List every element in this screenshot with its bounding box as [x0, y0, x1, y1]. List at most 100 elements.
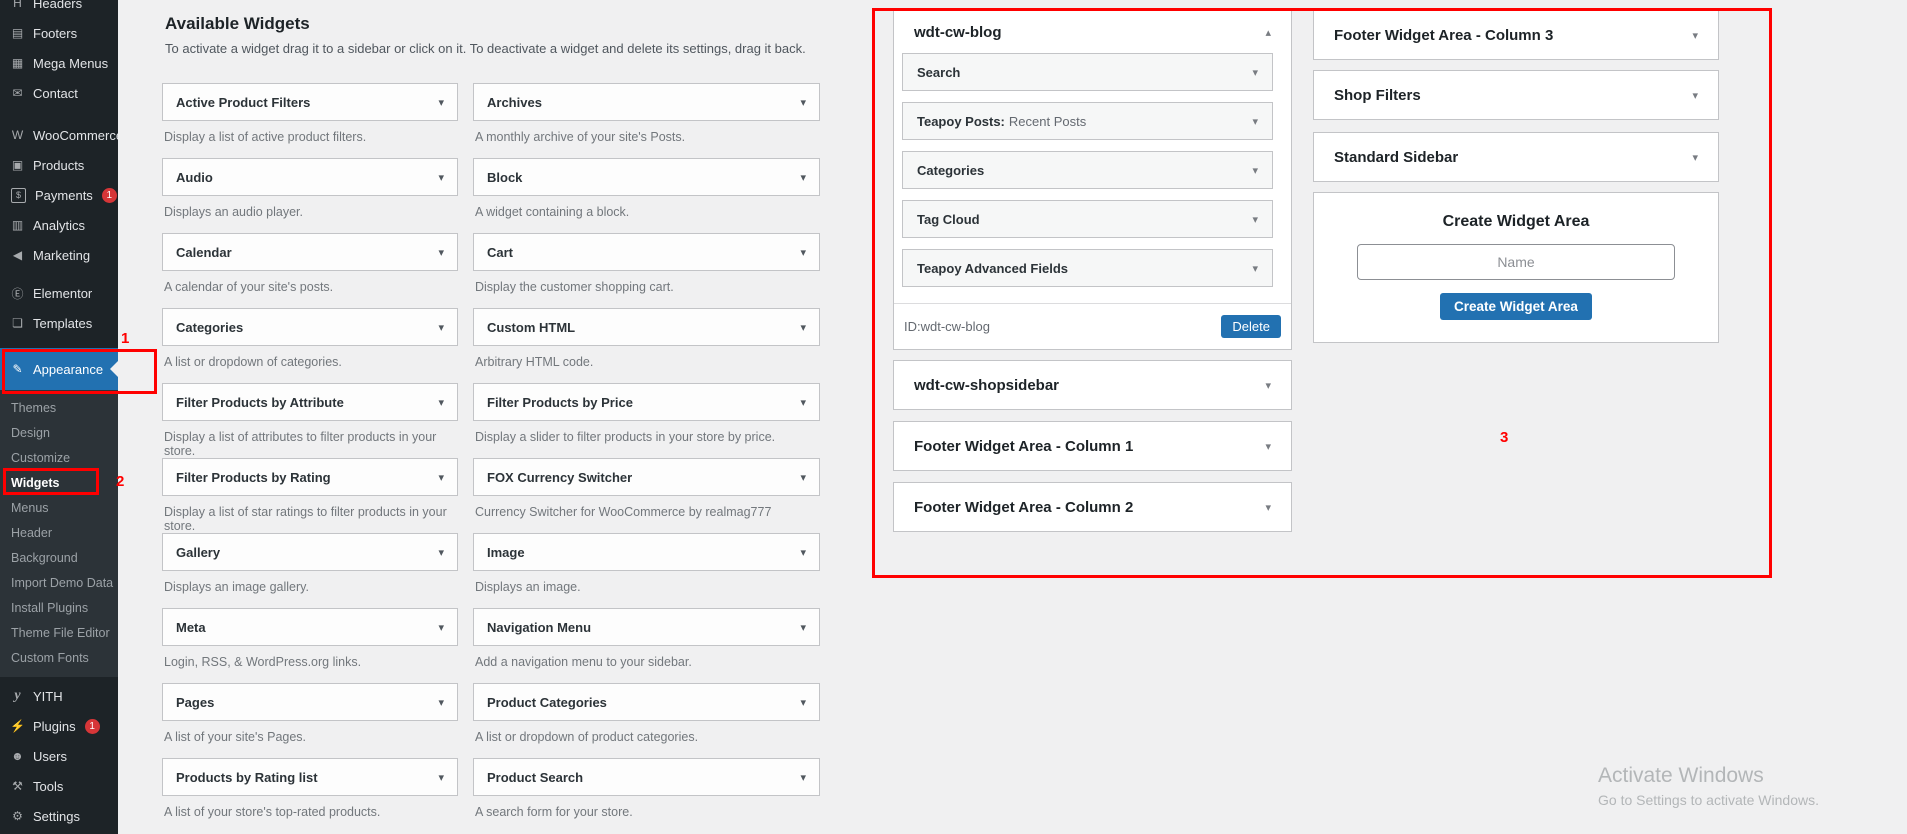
chevron-down-icon[interactable]: ▾: [438, 396, 444, 409]
widget-card-product-search[interactable]: Product Search▾: [473, 758, 820, 796]
sidebar-item-headers[interactable]: H Headers: [0, 0, 118, 18]
chevron-down-icon[interactable]: ▾: [800, 696, 806, 709]
chevron-down-icon[interactable]: ▾: [800, 96, 806, 109]
widget-card-image[interactable]: Image▾: [473, 533, 820, 571]
chevron-down-icon[interactable]: ▾: [1692, 89, 1698, 102]
panel-header-wdt-cw-blog[interactable]: wdt-cw-blog ▴: [894, 11, 1291, 53]
chevron-down-icon[interactable]: ▾: [1265, 379, 1271, 392]
widget-card-custom-html[interactable]: Custom HTML▾: [473, 308, 820, 346]
chevron-down-icon[interactable]: ▾: [438, 621, 444, 634]
sidebar-item-header[interactable]: Header: [0, 521, 118, 546]
widget-card-filter-products-by-attribute[interactable]: Filter Products by Attribute▾: [162, 383, 458, 421]
chevron-down-icon[interactable]: ▾: [438, 321, 444, 334]
sidebar-item-install-plugins[interactable]: Install Plugins: [0, 596, 118, 621]
chevron-down-icon[interactable]: ▾: [438, 771, 444, 784]
widget-area-name-input[interactable]: [1357, 244, 1675, 280]
delete-widget-area-button[interactable]: Delete: [1221, 315, 1281, 338]
chevron-down-icon[interactable]: ▾: [1265, 501, 1271, 514]
chevron-down-icon[interactable]: ▾: [800, 546, 806, 559]
chevron-down-icon[interactable]: ▾: [438, 96, 444, 109]
widget-card-filter-products-by-price[interactable]: Filter Products by Price▾: [473, 383, 820, 421]
sidebar-item-yith[interactable]: y YITH: [0, 681, 118, 711]
chevron-down-icon[interactable]: ▾: [800, 621, 806, 634]
sidebar-item-widgets[interactable]: Widgets: [0, 471, 118, 496]
sidebar-item-plugins[interactable]: ⚡ Plugins 1: [0, 711, 118, 741]
sidebar-item-marketing[interactable]: ◀ Marketing: [0, 240, 118, 270]
create-widget-area-button[interactable]: Create Widget Area: [1440, 293, 1592, 320]
sidebar-widget-tag-cloud[interactable]: Tag Cloud▾: [902, 200, 1273, 238]
sidebar-item-customize[interactable]: Customize: [0, 446, 118, 471]
widget-area-panel-footer-column-3[interactable]: Footer Widget Area - Column 3 ▾: [1313, 10, 1719, 60]
widget-area-panel-footer-column-2[interactable]: Footer Widget Area - Column 2 ▾: [893, 482, 1292, 532]
sidebar-item-custom-fonts[interactable]: Custom Fonts: [0, 646, 118, 671]
sidebar-item-payments[interactable]: $ Payments 1: [0, 180, 118, 210]
chevron-down-icon[interactable]: ▾: [438, 471, 444, 484]
sidebar-item-woocommerce[interactable]: W WooCommerce: [0, 120, 118, 150]
sidebar-item-elementor[interactable]: Ⓔ Elementor: [0, 278, 118, 308]
sidebar-item-settings[interactable]: ⚙ Settings: [0, 801, 118, 831]
sidebar-item-import-demo-data[interactable]: Import Demo Data: [0, 571, 118, 596]
sidebar-item-mega-menus[interactable]: ▦ Mega Menus: [0, 48, 118, 78]
chevron-up-icon[interactable]: ▴: [1265, 26, 1271, 39]
chevron-down-icon[interactable]: ▾: [800, 246, 806, 259]
chevron-down-icon[interactable]: ▾: [800, 396, 806, 409]
sidebar-item-tools[interactable]: ⚒ Tools: [0, 771, 118, 801]
elementor-icon: Ⓔ: [9, 285, 26, 302]
widget-card-fox-currency-switcher[interactable]: FOX Currency Switcher▾: [473, 458, 820, 496]
widget-card-calendar[interactable]: Calendar▾: [162, 233, 458, 271]
chevron-down-icon[interactable]: ▾: [1692, 29, 1698, 42]
sidebar-item-appearance[interactable]: ✎ Appearance: [0, 348, 118, 390]
sidebar-widget-teapoy-posts[interactable]: Teapoy Posts:Recent Posts▾: [902, 102, 1273, 140]
sidebar-item-footers[interactable]: ▤ Footers: [0, 18, 118, 48]
chevron-down-icon[interactable]: ▾: [438, 546, 444, 559]
widget-card-block[interactable]: Block▾: [473, 158, 820, 196]
widget-area-panel-shop-filters[interactable]: Shop Filters ▾: [1313, 70, 1719, 120]
widget-card-product-categories[interactable]: Product Categories▾: [473, 683, 820, 721]
sidebar-item-themes[interactable]: Themes: [0, 396, 118, 421]
widget-area-panel-standard-sidebar[interactable]: Standard Sidebar ▾: [1313, 132, 1719, 182]
chevron-down-icon[interactable]: ▾: [438, 171, 444, 184]
sidebar-item-menus[interactable]: Menus: [0, 496, 118, 521]
widget-card-pages[interactable]: Pages▾: [162, 683, 458, 721]
sidebar-item-products[interactable]: ▣ Products: [0, 150, 118, 180]
chevron-down-icon[interactable]: ▾: [1252, 213, 1258, 226]
widget-card-navigation-menu[interactable]: Navigation Menu▾: [473, 608, 820, 646]
sidebar-item-analytics[interactable]: ▥ Analytics: [0, 210, 118, 240]
chevron-down-icon[interactable]: ▾: [1252, 115, 1258, 128]
widget-card-audio[interactable]: Audio▾: [162, 158, 458, 196]
widget-description: Displays an audio player.: [162, 205, 458, 219]
widget-card-filter-products-by-rating[interactable]: Filter Products by Rating▾: [162, 458, 458, 496]
widget-card-meta[interactable]: Meta▾: [162, 608, 458, 646]
chevron-down-icon[interactable]: ▾: [800, 771, 806, 784]
chevron-down-icon[interactable]: ▾: [800, 321, 806, 334]
widget-card-products-by-rating-list[interactable]: Products by Rating list▾: [162, 758, 458, 796]
chevron-down-icon[interactable]: ▾: [1692, 151, 1698, 164]
sidebar-item-users[interactable]: ☻ Users: [0, 741, 118, 771]
chevron-down-icon[interactable]: ▾: [1252, 262, 1258, 275]
sidebar-item-contact[interactable]: ✉ Contact: [0, 78, 118, 108]
widget-area-panel-wdt-cw-shopsidebar[interactable]: wdt-cw-shopsidebar ▾: [893, 360, 1292, 410]
sidebar-widget-teapoy-advanced-fields[interactable]: Teapoy Advanced Fields▾: [902, 249, 1273, 287]
widget-description: A monthly archive of your site's Posts.: [473, 130, 820, 144]
sidebar-item-design[interactable]: Design: [0, 421, 118, 446]
sidebar-widget-categories[interactable]: Categories▾: [902, 151, 1273, 189]
marketing-icon: ◀: [9, 248, 26, 262]
sidebar-item-templates[interactable]: ❏ Templates: [0, 308, 118, 338]
widget-card-cart[interactable]: Cart▾: [473, 233, 820, 271]
chevron-down-icon[interactable]: ▾: [800, 471, 806, 484]
sidebar-item-background[interactable]: Background: [0, 546, 118, 571]
sidebar-item-theme-file-editor[interactable]: Theme File Editor: [0, 621, 118, 646]
widget-card-active-product-filters[interactable]: Active Product Filters▾: [162, 83, 458, 121]
chevron-down-icon[interactable]: ▾: [438, 696, 444, 709]
widget-card-gallery[interactable]: Gallery▾: [162, 533, 458, 571]
widget-card-archives[interactable]: Archives▾: [473, 83, 820, 121]
sidebar-widget-search[interactable]: Search▾: [902, 53, 1273, 91]
chevron-down-icon[interactable]: ▾: [800, 171, 806, 184]
widget-card-categories[interactable]: Categories▾: [162, 308, 458, 346]
chevron-down-icon[interactable]: ▾: [1265, 440, 1271, 453]
chevron-down-icon[interactable]: ▾: [1252, 164, 1258, 177]
chevron-down-icon[interactable]: ▾: [438, 246, 444, 259]
sidebar-item-label: Plugins: [33, 719, 76, 734]
widget-area-panel-footer-column-1[interactable]: Footer Widget Area - Column 1 ▾: [893, 421, 1292, 471]
chevron-down-icon[interactable]: ▾: [1252, 66, 1258, 79]
